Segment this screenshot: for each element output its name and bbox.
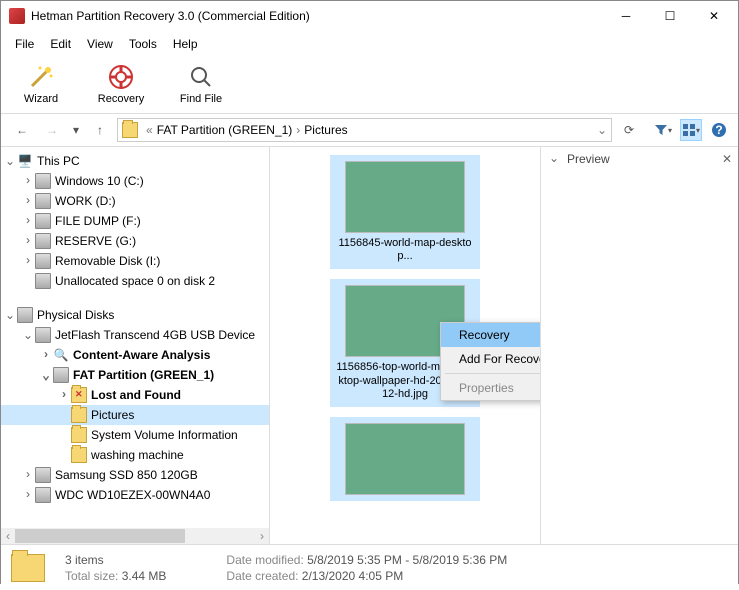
menu-help[interactable]: Help — [165, 33, 206, 55]
chevron-icon: « — [146, 123, 153, 137]
tree-wdc[interactable]: ›WDC WD10EZEX-00WN4A0 — [1, 485, 269, 505]
disk-icon — [35, 487, 51, 503]
tree-unallocated[interactable]: Unallocated space 0 on disk 2 — [1, 271, 269, 291]
drive-icon — [35, 233, 51, 249]
history-dropdown[interactable]: ▾ — [69, 118, 83, 142]
window-title: Hetman Partition Recovery 3.0 (Commercia… — [31, 9, 604, 23]
tree-this-pc[interactable]: ⌄🖥️This PC — [1, 151, 269, 171]
tree-samsung[interactable]: ›Samsung SSD 850 120GB — [1, 465, 269, 485]
tree-lost-found[interactable]: ›✕Lost and Found — [1, 385, 269, 405]
disk-icon — [35, 327, 51, 343]
file-item[interactable] — [330, 417, 480, 501]
menu-view[interactable]: View — [79, 33, 121, 55]
lifebuoy-icon — [107, 63, 135, 91]
wizard-label: Wizard — [24, 93, 58, 105]
date-created-label: Date created: — [226, 569, 298, 583]
tree-filedump[interactable]: ›FILE DUMP (F:) — [1, 211, 269, 231]
help-button[interactable]: ? — [708, 119, 730, 141]
thumbnail-image — [345, 423, 465, 495]
maximize-button[interactable]: ☐ — [648, 2, 692, 30]
context-menu: RecoveryCtrl+R Add For Recovery Properti… — [440, 322, 540, 401]
chevron-icon: › — [296, 123, 300, 137]
back-button[interactable]: ← — [9, 118, 35, 142]
address-bar[interactable]: « FAT Partition (GREEN_1) › Pictures ⌄ — [117, 118, 612, 142]
drive-icon — [35, 213, 51, 229]
folder-icon — [71, 447, 87, 463]
analysis-icon: 🔍 — [53, 347, 69, 363]
ctx-properties[interactable]: PropertiesAlt+Enter — [441, 376, 540, 400]
filter-button[interactable]: ▾ — [652, 119, 674, 141]
menu-bar: File Edit View Tools Help — [1, 31, 738, 57]
preview-title: Preview — [567, 152, 610, 166]
tree-pictures[interactable]: Pictures — [1, 405, 269, 425]
tree-sysvol[interactable]: System Volume Information — [1, 425, 269, 445]
folder-icon — [71, 427, 87, 443]
disk-icon — [35, 467, 51, 483]
tree-scrollbar[interactable]: ‹› — [1, 528, 269, 544]
tree-windows10[interactable]: ›Windows 10 (C:) — [1, 171, 269, 191]
recovery-label: Recovery — [98, 93, 144, 105]
total-size-value: 3.44 MB — [122, 569, 167, 583]
content-panel: 1156845-world-map-desktop... 1156856-top… — [270, 147, 540, 544]
folder-icon — [11, 554, 45, 582]
tree-physical-disks[interactable]: ⌄Physical Disks — [1, 305, 269, 325]
preview-panel: ⌄ Preview ✕ — [540, 147, 738, 544]
tree-washing[interactable]: washing machine — [1, 445, 269, 465]
thumbnail-image — [345, 161, 465, 233]
ctx-add-recovery[interactable]: Add For Recovery — [441, 347, 540, 371]
tree-work[interactable]: ›WORK (D:) — [1, 191, 269, 211]
menu-tools[interactable]: Tools — [121, 33, 165, 55]
total-size-label: Total size: — [65, 569, 118, 583]
tree-jetflash[interactable]: ⌄JetFlash Transcend 4GB USB Device — [1, 325, 269, 345]
drive-icon — [35, 193, 51, 209]
tree-fat-partition[interactable]: ⌄FAT Partition (GREEN_1) — [1, 365, 269, 385]
search-icon — [187, 63, 215, 91]
folder-icon — [122, 122, 138, 138]
findfile-label: Find File — [180, 93, 222, 105]
preview-collapse[interactable]: ⌄ — [547, 151, 561, 166]
svg-text:?: ? — [715, 123, 722, 137]
nav-bar: ← → ▾ ↑ « FAT Partition (GREEN_1) › Pict… — [1, 114, 738, 147]
file-item[interactable]: 1156845-world-map-desktop... — [330, 155, 480, 269]
folder-icon — [71, 407, 87, 423]
preview-close[interactable]: ✕ — [722, 152, 732, 166]
refresh-button[interactable]: ⟳ — [616, 118, 642, 142]
close-button[interactable]: ✕ — [692, 2, 736, 30]
main-area: ⌄🖥️This PC ›Windows 10 (C:) ›WORK (D:) ›… — [1, 147, 738, 544]
tree-panel: ⌄🖥️This PC ›Windows 10 (C:) ›WORK (D:) ›… — [1, 147, 270, 544]
recovery-button[interactable]: Recovery — [93, 63, 149, 105]
wizard-button[interactable]: Wizard — [13, 63, 69, 105]
ctx-recovery[interactable]: RecoveryCtrl+R — [441, 323, 540, 347]
tree-reserve[interactable]: ›RESERVE (G:) — [1, 231, 269, 251]
crumb-folder[interactable]: Pictures — [304, 123, 347, 137]
date-modified-value: 5/8/2019 5:35 PM - 5/8/2019 5:36 PM — [307, 553, 507, 567]
crumb-partition[interactable]: FAT Partition (GREEN_1) — [157, 123, 293, 137]
menu-file[interactable]: File — [7, 33, 42, 55]
pc-icon: 🖥️ — [17, 153, 33, 169]
menu-edit[interactable]: Edit — [42, 33, 79, 55]
address-dropdown[interactable]: ⌄ — [597, 123, 607, 137]
tree-content-aware[interactable]: ›🔍Content-Aware Analysis — [1, 345, 269, 365]
view-thumbnails-button[interactable]: ▾ — [680, 119, 702, 141]
status-bar: 3 items Total size: 3.44 MB Date modifie… — [1, 544, 738, 590]
drive-icon — [35, 273, 51, 289]
forward-button[interactable]: → — [39, 118, 65, 142]
drive-icon — [35, 253, 51, 269]
wand-icon — [27, 63, 55, 91]
date-created-value: 2/13/2020 4:05 PM — [302, 569, 403, 583]
tree-removable[interactable]: ›Removable Disk (I:) — [1, 251, 269, 271]
up-button[interactable]: ↑ — [87, 118, 113, 142]
partition-icon — [53, 367, 69, 383]
app-icon — [9, 8, 25, 24]
date-modified-label: Date modified: — [226, 553, 303, 567]
file-name: 1156845-world-map-desktop... — [336, 237, 474, 263]
title-bar: Hetman Partition Recovery 3.0 (Commercia… — [1, 1, 738, 31]
toolbar: Wizard Recovery Find File — [1, 57, 738, 114]
folder-icon: ✕ — [71, 387, 87, 403]
findfile-button[interactable]: Find File — [173, 63, 229, 105]
status-items: 3 items — [65, 553, 166, 567]
disk-icon — [17, 307, 33, 323]
minimize-button[interactable]: ─ — [604, 2, 648, 30]
drive-icon — [35, 173, 51, 189]
